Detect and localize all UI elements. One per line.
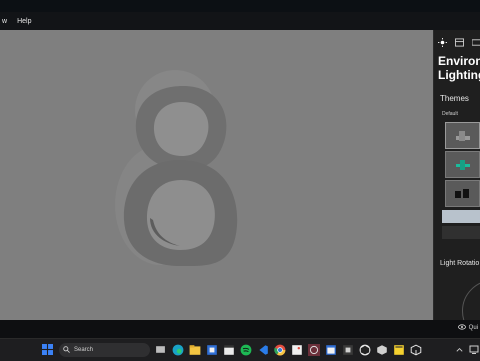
taskbar-icons: Search — [0, 339, 480, 361]
light-rotation-dial[interactable] — [462, 280, 480, 320]
office-icon[interactable] — [340, 342, 355, 357]
default-label: Default — [442, 111, 458, 117]
chrome-icon[interactable] — [272, 342, 287, 357]
network-icon[interactable] — [466, 342, 480, 357]
quick-label: Qui — [468, 325, 478, 331]
windows-start-icon[interactable] — [40, 342, 55, 357]
taskbar: Search — [0, 338, 480, 361]
edge-icon[interactable] — [170, 342, 185, 357]
chevron-up-icon[interactable] — [452, 342, 467, 357]
menu-bar: w Help — [0, 12, 480, 30]
status-bar: Qui — [0, 320, 480, 338]
panel-title-line1: Environm — [438, 54, 480, 68]
panel-tab-icons — [438, 34, 480, 52]
theme-teal[interactable] — [445, 151, 480, 178]
3d-builder-icon[interactable] — [408, 342, 423, 357]
spotify-icon[interactable] — [238, 342, 253, 357]
clapper-icon[interactable] — [221, 342, 236, 357]
photos-icon[interactable] — [289, 342, 304, 357]
eye-icon — [457, 324, 466, 332]
3d-viewport[interactable] — [0, 30, 433, 320]
calendar-icon[interactable] — [323, 342, 338, 357]
layout-icon[interactable] — [455, 34, 464, 52]
menu-help[interactable]: Help — [17, 18, 31, 25]
panel-title: Environm Lighting — [438, 54, 480, 82]
theme-default[interactable] — [445, 122, 480, 149]
unity-icon[interactable] — [357, 342, 372, 357]
theme-dark[interactable] — [445, 180, 480, 207]
3d-viewer-icon[interactable] — [306, 342, 321, 357]
search-placeholder: Search — [74, 347, 94, 353]
search-icon — [63, 345, 70, 355]
vscode-icon[interactable] — [255, 342, 270, 357]
panel-title-line2: Lighting — [438, 68, 480, 82]
cube-icon[interactable] — [374, 342, 389, 357]
file-explorer-icon[interactable] — [187, 342, 202, 357]
themes-label: Themes — [440, 94, 469, 103]
light-rotation-label: Light Rotatio — [440, 260, 480, 267]
theme-slider-dark[interactable] — [442, 226, 480, 239]
app-icon[interactable] — [204, 342, 219, 357]
menu-view[interactable]: w — [2, 18, 7, 25]
title-bar-strip — [0, 0, 480, 12]
figure-eight-model — [115, 70, 238, 267]
quick-action[interactable]: Qui — [457, 324, 478, 332]
sun-icon[interactable] — [438, 34, 447, 52]
taskbar-search[interactable]: Search — [59, 343, 150, 357]
theme-slider-light[interactable] — [442, 210, 480, 223]
environment-lighting-panel: Environm Lighting Themes Default Light R… — [433, 30, 480, 320]
ruler-icon[interactable] — [471, 34, 480, 52]
task-view-icon[interactable] — [153, 342, 168, 357]
sticky-notes-icon[interactable] — [391, 342, 406, 357]
